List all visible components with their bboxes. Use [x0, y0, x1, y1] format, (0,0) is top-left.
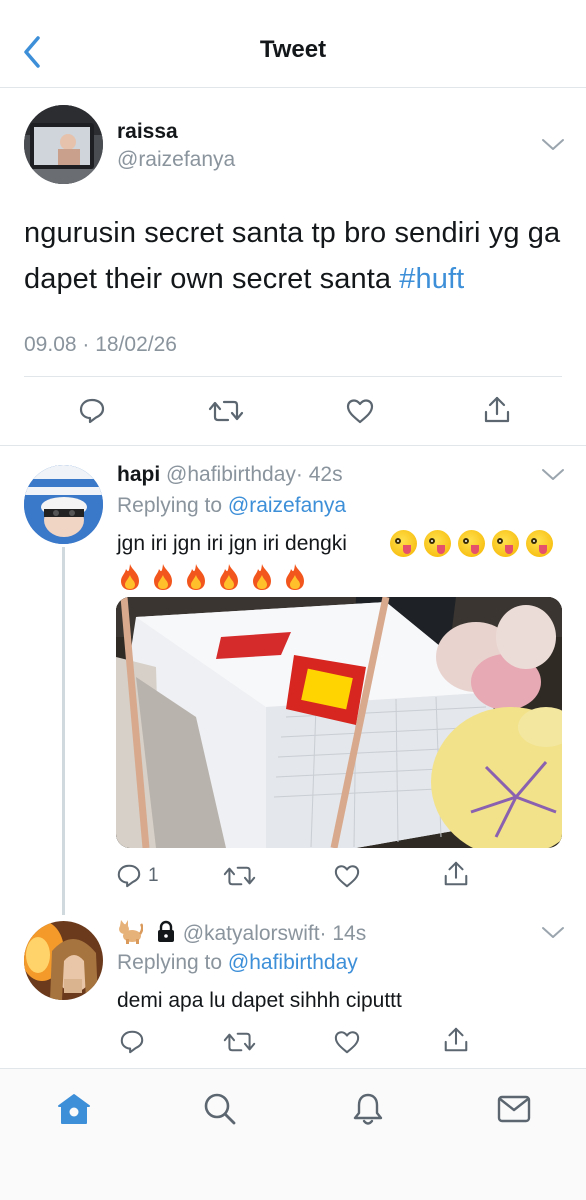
fire-emoji — [187, 564, 205, 590]
emoji-row — [390, 530, 553, 557]
heart-icon — [346, 399, 374, 424]
avatar[interactable] — [24, 921, 103, 1000]
user-handle[interactable]: @katyalorswift — [183, 922, 320, 945]
user-handle[interactable]: @hafibirthday — [166, 463, 296, 486]
retweet-button[interactable] — [220, 860, 258, 892]
bottom-tab-bar — [0, 1068, 586, 1200]
reply-icon — [117, 864, 141, 888]
like-button[interactable] — [342, 393, 378, 429]
share-button[interactable] — [479, 392, 515, 428]
mention-link[interactable]: @hafibirthday — [228, 951, 358, 974]
mention-link[interactable]: @raizefanya — [228, 494, 346, 517]
tab-search[interactable] — [200, 1089, 240, 1129]
divider — [24, 376, 562, 377]
reply-time: · 42s — [295, 463, 343, 486]
zany-face-emoji — [424, 530, 451, 557]
reply-button[interactable] — [116, 1026, 148, 1058]
replying-to: Replying to @raizefanya — [117, 494, 346, 518]
tweet-text: ngurusin secret santa tp bro sendiri yg … — [24, 210, 569, 302]
retweet-icon — [223, 1032, 255, 1052]
fire-emoji — [286, 564, 304, 590]
emoji-row — [117, 563, 308, 591]
reply-header: hapi @hafibirthday· 42s — [117, 463, 343, 487]
tab-notifications[interactable] — [348, 1089, 388, 1129]
zany-face-emoji — [458, 530, 485, 557]
share-button[interactable] — [440, 1024, 472, 1056]
tab-messages[interactable] — [494, 1089, 534, 1129]
reply-header: @katyalorswift· 14s — [117, 920, 366, 946]
retweet-button[interactable] — [206, 393, 246, 429]
reply-text: demi apa lu dapet sihhh ciputtt — [117, 989, 402, 1012]
reply-icon — [120, 1030, 144, 1054]
reply-time: · 14s — [319, 922, 367, 945]
envelope-icon — [497, 1095, 531, 1123]
share-icon — [484, 396, 510, 423]
tweet-body: ngurusin secret santa tp bro sendiri yg … — [24, 217, 561, 295]
reply-button[interactable]: 1 — [116, 860, 159, 892]
cat-emoji — [117, 920, 144, 944]
reply-button[interactable] — [74, 393, 110, 429]
chevron-down-icon[interactable] — [541, 468, 565, 482]
chevron-down-icon[interactable] — [541, 926, 565, 940]
fire-emoji — [253, 564, 271, 590]
bell-icon — [353, 1093, 383, 1125]
zany-face-emoji — [390, 530, 417, 557]
reply-count: 1 — [148, 865, 159, 886]
divider — [0, 445, 586, 446]
retweet-icon — [208, 400, 244, 422]
zany-face-emoji — [492, 530, 519, 557]
retweet-button[interactable] — [220, 1026, 258, 1058]
display-name[interactable]: raissa — [117, 120, 178, 144]
share-button[interactable] — [440, 858, 472, 890]
retweet-icon — [223, 866, 255, 886]
reply-icon — [79, 398, 105, 424]
fire-emoji — [154, 564, 172, 590]
user-handle[interactable]: @raizefanya — [117, 148, 235, 172]
heart-icon — [334, 1031, 360, 1054]
share-icon — [444, 1027, 468, 1052]
zany-face-emoji — [526, 530, 553, 557]
replying-to: Replying to @hafibirthday — [117, 951, 358, 975]
attached-photo[interactable] — [116, 597, 562, 848]
display-name[interactable]: hapi — [117, 463, 160, 486]
fire-emoji — [220, 564, 238, 590]
page-title: Tweet — [259, 36, 327, 63]
avatar[interactable] — [24, 465, 103, 544]
tab-home[interactable] — [54, 1089, 94, 1129]
fire-emoji — [121, 564, 139, 590]
lock-icon — [155, 920, 177, 944]
top-navigation-bar: Tweet — [0, 0, 586, 88]
like-button[interactable] — [331, 1026, 363, 1058]
reply-text: jgn iri jgn iri jgn iri dengki — [117, 532, 347, 555]
replying-to-label: Replying to — [117, 494, 228, 517]
hashtag-link[interactable]: #huft — [399, 263, 464, 295]
replying-to-label: Replying to — [117, 951, 228, 974]
thread-connector — [62, 547, 65, 915]
avatar[interactable] — [24, 105, 103, 184]
heart-icon — [334, 865, 360, 888]
share-icon — [444, 861, 468, 886]
tweet-timestamp: 09.08 · 18/02/26 — [24, 333, 177, 356]
chevron-down-icon[interactable] — [541, 138, 565, 152]
like-button[interactable] — [331, 860, 363, 892]
home-icon — [58, 1094, 90, 1124]
search-icon — [204, 1093, 236, 1125]
